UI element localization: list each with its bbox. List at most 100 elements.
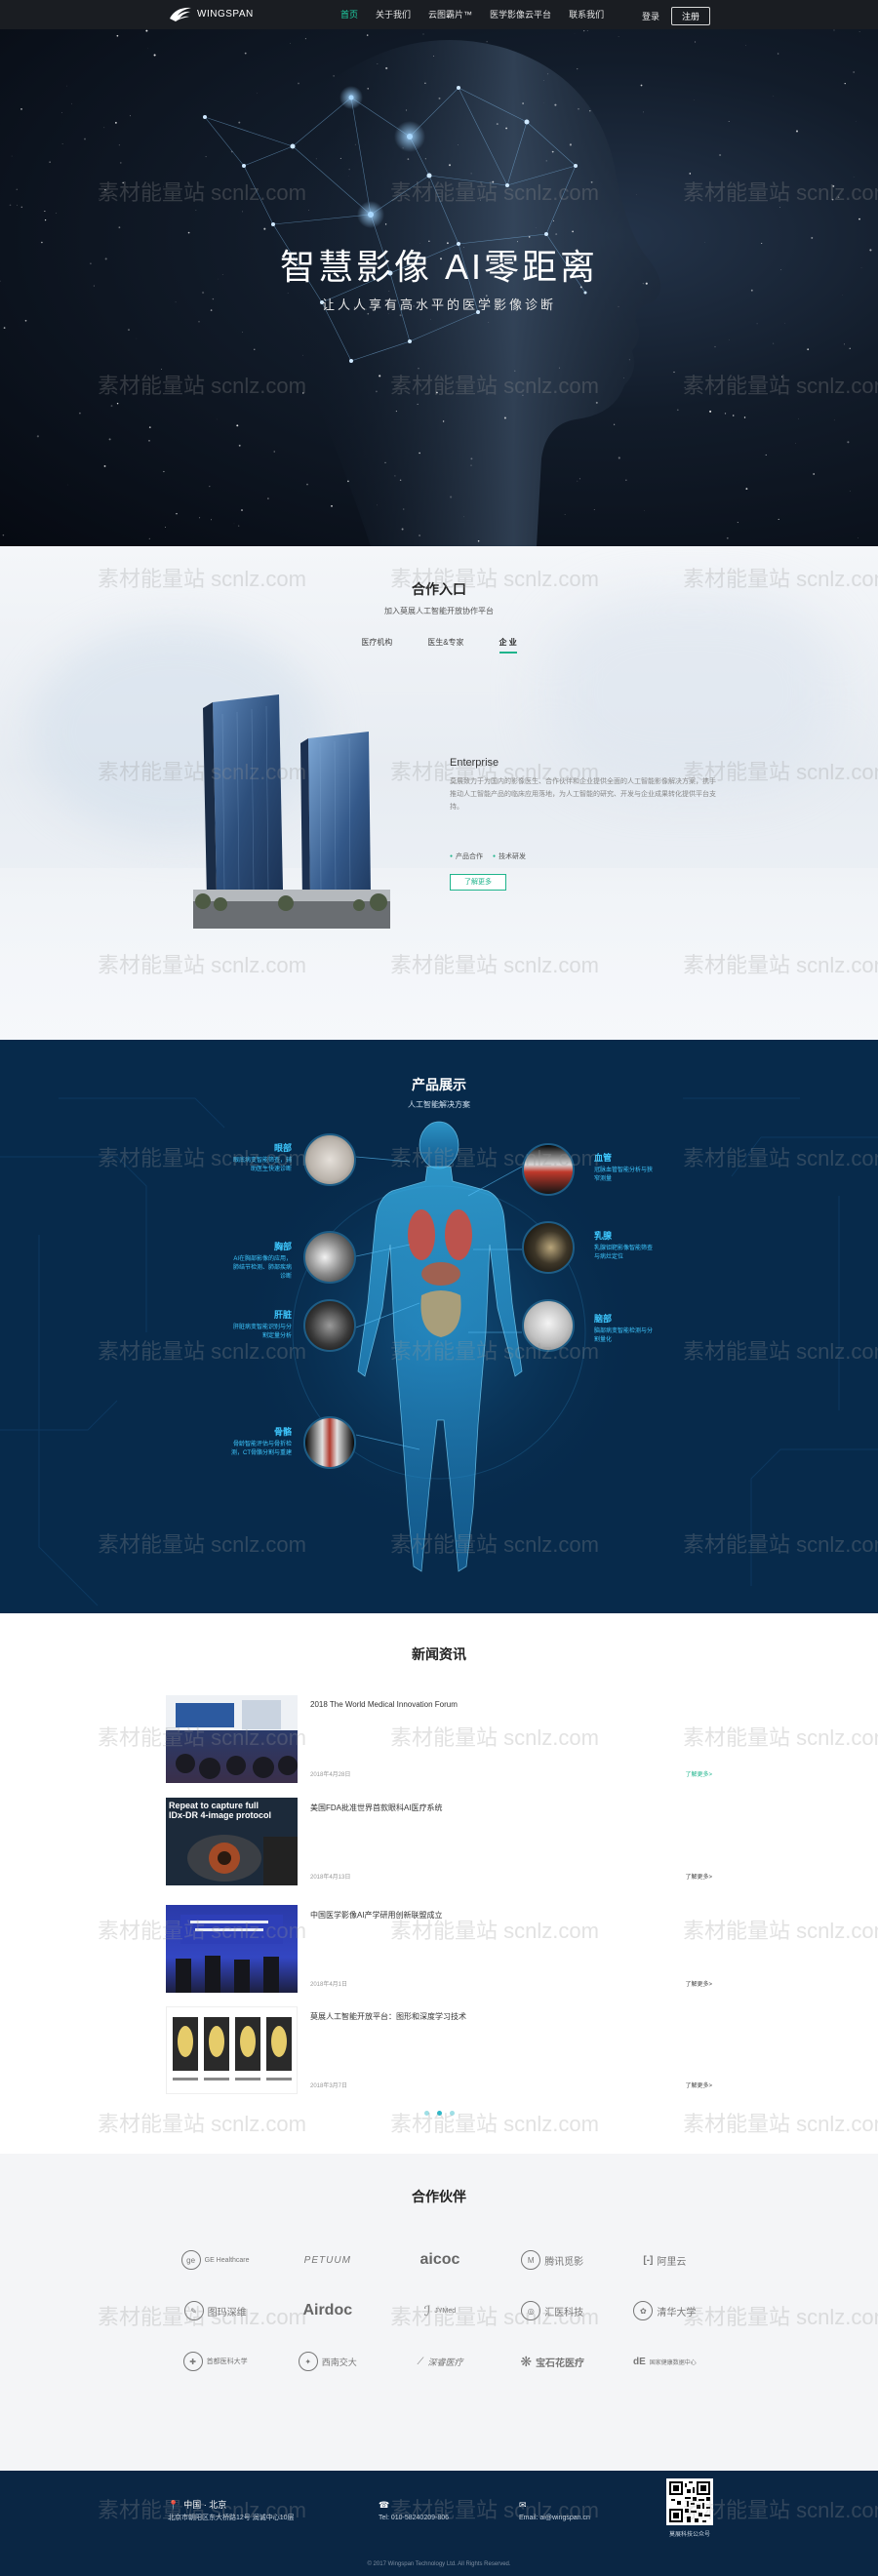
news-thumbnail [166, 1905, 298, 1993]
product-desc: 眼底病变智能筛查，辅助医生快速诊断 [232, 1158, 292, 1172]
chest-ct-image [303, 1231, 356, 1284]
tab-medical-institution[interactable]: 医疗机构 [361, 637, 392, 654]
footer: 📍 中国 · 北京 北京市朝阳区东大桥路12号 润诚中心10层 ☎ Tel: 01… [0, 2471, 878, 2576]
jymed-icon: ℐ [423, 2302, 431, 2318]
swjtu-seal-icon: ✦ [298, 2352, 318, 2371]
news-thumbnail [166, 1695, 298, 1783]
product-eye[interactable]: 眼部 眼底病变智能筛查，辅助医生快速诊断 [229, 1141, 292, 1174]
product-name: 眼部 [273, 1143, 292, 1153]
partners-section: 合作伙伴 ge GE Healthcare PETUUM aicoc M 腾讯觅影 … [0, 2154, 878, 2471]
news-title[interactable]: 中国医学影像AI产学研用创新联盟成立 [310, 1910, 443, 1921]
partner-entry-section: 合作入口 加入莫展人工智能开放协作平台 医疗机构 医生&专家 企 业 Enter… [0, 546, 878, 1040]
pagination-dot[interactable] [436, 2111, 442, 2116]
partner-logo-tuma[interactable]: ✎ 图玛深维 [164, 2297, 266, 2324]
product-brain[interactable]: 脑部 脑部病变智能检测与分割量化 [594, 1312, 657, 1345]
section-title: 合作伙伴 [412, 2189, 466, 2204]
login-link[interactable]: 登录 [642, 10, 659, 22]
register-button[interactable]: 注册 [671, 7, 711, 25]
partner-logo-airdoc[interactable]: Airdoc [276, 2297, 379, 2324]
news-item[interactable]: Repeat to capture full IDx-DR 4-image pro… [166, 1798, 712, 1887]
news-more-link[interactable]: 了解更多> [685, 2081, 712, 2089]
news-more-link[interactable]: 了解更多> [685, 1979, 712, 1988]
product-vessel[interactable]: 血管 冠脉血管智能分析与狭窄测量 [594, 1151, 657, 1184]
pagination-dot[interactable] [449, 2111, 455, 2116]
enterprise-heading: Enterprise [450, 757, 499, 769]
learn-more-button[interactable]: 了解更多 [450, 874, 506, 891]
tag-tech-rd: 技术研发 [493, 852, 526, 861]
product-breast[interactable]: 乳腺 乳腺钼靶影像智能筛查与病灶定位 [594, 1229, 657, 1262]
bone-xray-image [303, 1416, 356, 1469]
nav-home[interactable]: 首页 [332, 0, 367, 29]
footer-location: 中国 · 北京 [183, 2500, 227, 2510]
thumbnail-caption: Repeat to capture full IDx-DR 4-image pro… [169, 1801, 272, 1820]
footer-email-text[interactable]: Email: ai@wingspan.cn [519, 2513, 590, 2523]
news-section: 新闻资讯 2018 The World Medical Innovation F… [0, 1613, 878, 2154]
partner-logo-huiyi[interactable]: ◎ 汇医科技 [501, 2297, 604, 2324]
products-section: 产品展示 人工智能解决方案 眼部 眼底病变智能筛查，辅助医生快速诊断 胸部 AI… [0, 1040, 878, 1613]
section-title: 新闻资讯 [412, 1646, 466, 1662]
qr-caption: 莫展科技公众号 [668, 2532, 710, 2538]
baoshihua-icon: ❋ [520, 2353, 533, 2369]
partner-logo-shenrui[interactable]: ⟋ 深睿医疗 [388, 2348, 491, 2375]
nav-about[interactable]: 关于我们 [367, 0, 419, 29]
enterprise-description: 莫展致力于为国内的影像医生、合作伙伴和企业提供全面的人工智能影像解决方案，携手推… [450, 778, 716, 811]
health-data-icon: dE [632, 2356, 646, 2367]
product-bone[interactable]: 骨骼 骨龄智能评估与骨折检测，CT骨骼分割与重建 [229, 1425, 292, 1458]
nav-imaging-cloud[interactable]: 医学影像云平台 [481, 0, 560, 29]
section-title: 合作入口 [412, 581, 466, 597]
products-background [0, 1097, 878, 1606]
pagination-dot[interactable] [423, 2111, 429, 2116]
news-item[interactable]: 莫展人工智能开放平台：图形和深度学习技术 2018年3月7日 了解更多> [166, 2006, 712, 2096]
bg-fade [0, 868, 878, 1040]
tab-doctor-expert[interactable]: 医生&专家 [427, 637, 463, 654]
partner-logo-ge[interactable]: ge GE Healthcare [164, 2246, 266, 2274]
section-title: 产品展示 [412, 1077, 466, 1092]
tab-enterprise[interactable]: 企 业 [499, 637, 517, 654]
partner-logo-ccmu[interactable]: ✚ 首都医科大学 [164, 2348, 266, 2375]
product-liver[interactable]: 肝脏 肝脏病变智能识别与分割定量分析 [229, 1308, 292, 1341]
tencent-miying-icon: M [521, 2250, 541, 2270]
enterprise-building-image [193, 694, 390, 929]
news-more-link[interactable]: 了解更多> [685, 1769, 712, 1778]
news-title[interactable]: 莫展人工智能开放平台：图形和深度学习技术 [310, 2011, 466, 2022]
news-item[interactable]: 中国医学影像AI产学研用创新联盟成立 2018年4月1日 了解更多> [166, 1905, 712, 1995]
news-title[interactable]: 2018 The World Medical Innovation Forum [310, 1700, 458, 1709]
wing-icon [170, 7, 191, 21]
vessel-scan-image [522, 1143, 575, 1196]
footer-address-text: 北京市朝阳区东大桥路12号 润诚中心10层 [168, 2515, 295, 2521]
partner-logo-health-data[interactable]: dE 国家健康数据中心 [614, 2348, 716, 2375]
partner-logo-tsinghua[interactable]: ✿ 清华大学 [614, 2297, 716, 2324]
footer-phone-text[interactable]: Tel: 010-58240209-806 [379, 2513, 449, 2523]
location-pin-icon: 📍 [168, 2500, 180, 2510]
brand-logo[interactable]: WINGSPAN [168, 5, 254, 22]
partner-logo-baoshihua[interactable]: ❋ 宝石花医疗 [501, 2348, 604, 2375]
product-desc: 冠脉血管智能分析与狭窄测量 [594, 1168, 654, 1182]
news-thumbnail [166, 2006, 298, 2094]
product-desc: AI在胸部影像的应用，肺结节检测、肺部疾病诊断 [232, 1256, 292, 1280]
news-title[interactable]: 美国FDA批准世界首款眼科AI医疗系统 [310, 1803, 443, 1813]
partner-logo-swjtu[interactable]: ✦ 西南交大 [276, 2348, 379, 2375]
news-thumbnail: Repeat to capture full IDx-DR 4-image pro… [166, 1798, 298, 1885]
news-date: 2018年4月1日 [310, 1982, 348, 1988]
nav-menu: 首页 关于我们 云图霸片™ 医学影像云平台 联系我们 [332, 0, 613, 29]
product-chest[interactable]: 胸部 AI在胸部影像的应用，肺结节检测、肺部疾病诊断 [229, 1240, 292, 1282]
ccmu-seal-icon: ✚ [182, 2352, 203, 2371]
product-name: 肝脏 [273, 1310, 292, 1320]
news-item[interactable]: 2018 The World Medical Innovation Forum … [166, 1695, 712, 1785]
hero-banner: 智慧影像 AI零距离 让人人享有高水平的医学影像诊断 [0, 29, 878, 546]
copyright: © 2017 Wingspan Technology Ltd. All Righ… [367, 2561, 511, 2567]
partner-logo-petuum[interactable]: PETUUM [276, 2246, 379, 2274]
tag-product-cooperation: 产品合作 [450, 852, 483, 861]
partner-logo-tencent[interactable]: M 腾讯觅影 [501, 2246, 604, 2274]
bg-blur [546, 595, 839, 790]
shenrui-icon: ⟋ [417, 2356, 424, 2367]
nav-contact[interactable]: 联系我们 [560, 0, 613, 29]
brain-scan-image [522, 1299, 575, 1352]
breast-scan-image [522, 1221, 575, 1274]
partner-logo-aicoc[interactable]: aicoc [388, 2246, 491, 2274]
nav-cloud-film[interactable]: 云图霸片™ [419, 0, 481, 29]
partner-logo-aliyun[interactable]: [-] 阿里云 [614, 2246, 716, 2274]
news-more-link[interactable]: 了解更多> [685, 1872, 712, 1881]
partner-logo-grid: ge GE Healthcare PETUUM aicoc M 腾讯觅影 [-] 阿里… [164, 2246, 716, 2375]
partner-logo-jymed[interactable]: ℐ JYMed [388, 2297, 491, 2324]
